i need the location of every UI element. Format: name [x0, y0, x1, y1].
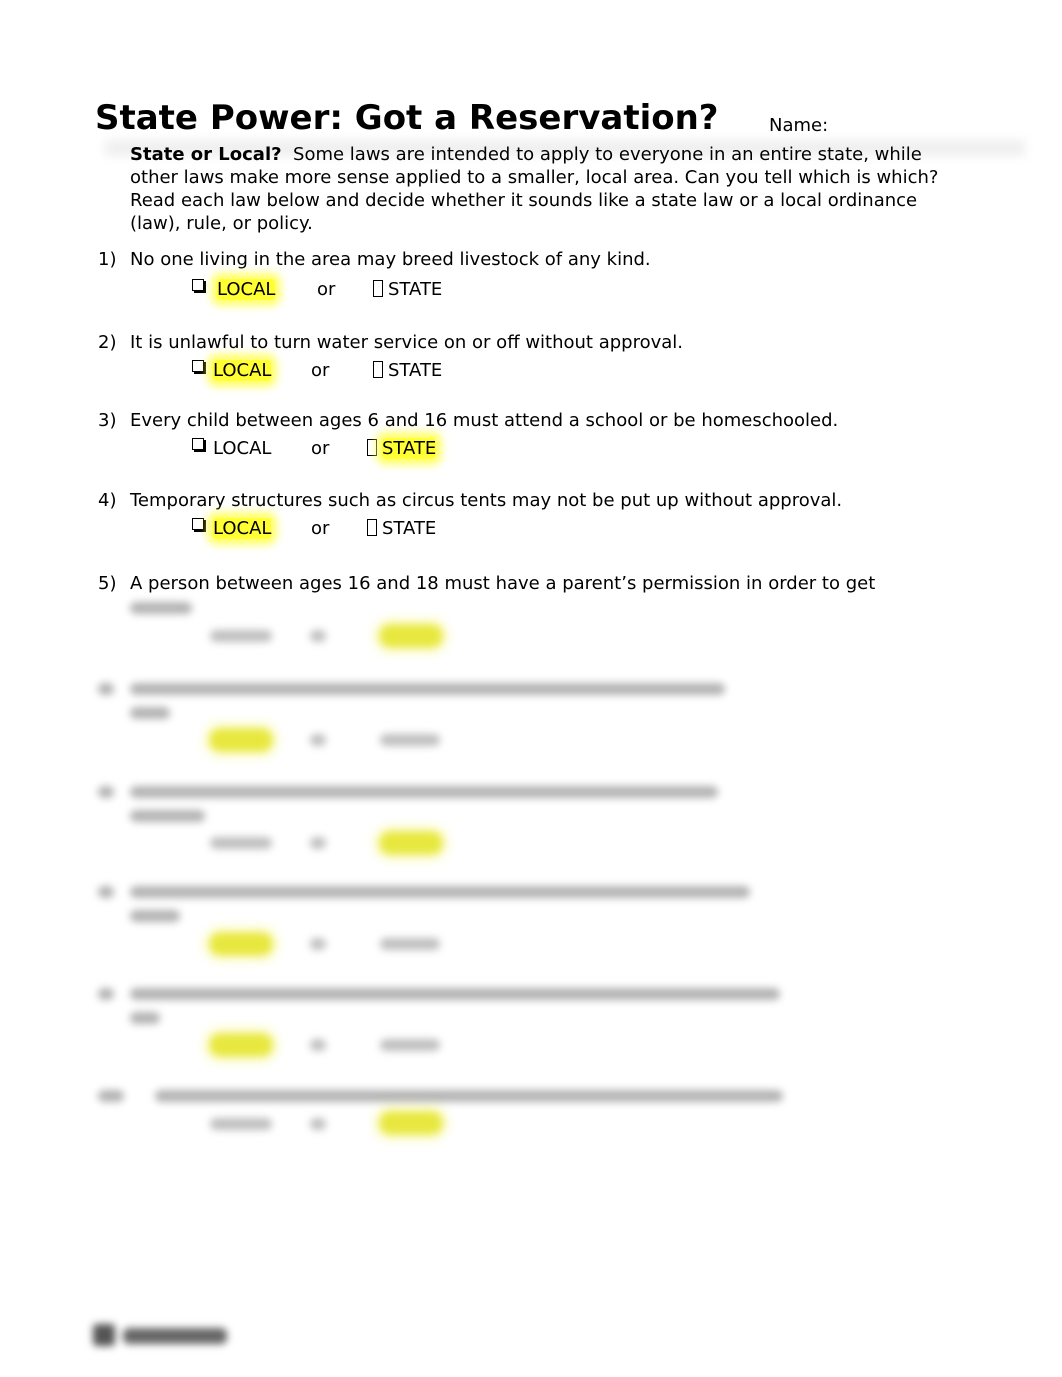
blurred-question-text [130, 683, 725, 695]
option-state[interactable]: STATE [367, 438, 437, 459]
question-text: Temporary structures such as circus tent… [130, 490, 843, 511]
option-state-label: STATE [382, 438, 437, 459]
blurred-option-local [210, 630, 272, 642]
or-label: or [311, 438, 330, 459]
checkbox-icon[interactable] [192, 438, 204, 450]
blurred-or [310, 938, 326, 950]
or-label: or [317, 279, 336, 300]
blurred-question-number [98, 886, 114, 898]
option-local[interactable]: LOCAL [213, 360, 272, 381]
question-5: 5) A person between ages 16 and 18 must h… [98, 573, 875, 594]
blurred-question-text [130, 988, 780, 1000]
question-1: 1) No one living in the area may breed li… [98, 249, 651, 270]
blurred-question-number [98, 1090, 124, 1102]
blurred-or [310, 734, 326, 746]
blurred-option-local [210, 1118, 272, 1130]
blurred-text [130, 810, 205, 822]
choices-1: LOCAL or STATE [190, 279, 490, 303]
question-number: 4) [98, 490, 117, 511]
intro-heading: State or Local? [130, 144, 282, 165]
blurred-text [130, 1012, 160, 1024]
question-number: 2) [98, 332, 117, 353]
blurred-text [130, 910, 180, 922]
blurred-option-state-highlighted [380, 625, 442, 647]
question-4: 4) Temporary structures such as circus te… [98, 490, 842, 511]
blurred-text [130, 707, 170, 719]
blurred-option-local-highlighted [210, 933, 272, 955]
question-3: 3) Every child between ages 6 and 16 must… [98, 410, 838, 431]
blurred-option-state-highlighted [380, 832, 442, 854]
option-local[interactable]: LOCAL [213, 518, 272, 539]
option-state-label: STATE [382, 518, 437, 539]
choices-3: LOCAL or STATE [190, 438, 490, 462]
blurred-option-state-highlighted [380, 1112, 442, 1134]
checkbox-glyph-icon [367, 519, 377, 536]
blurred-or [310, 1118, 326, 1130]
blurred-question-text [130, 786, 718, 798]
question-text: It is unlawful to turn water service on … [130, 332, 684, 353]
option-state[interactable]: STATE [373, 360, 442, 381]
blurred-question-number [98, 786, 114, 798]
question-number: 3) [98, 410, 117, 431]
intro-paragraph: State or Local? Some laws are intended t… [130, 143, 970, 235]
blurred-or [310, 837, 326, 849]
question-number: 5) [98, 573, 117, 594]
publisher-logo [93, 1320, 228, 1350]
blurred-question-text [155, 1090, 783, 1102]
question-text: A person between ages 16 and 18 must hav… [130, 573, 876, 594]
question-number: 1) [98, 249, 117, 270]
option-state-label: STATE [388, 360, 443, 381]
logo-wordmark [123, 1328, 227, 1344]
option-local[interactable]: LOCAL [213, 438, 271, 459]
blurred-option-state [380, 1039, 440, 1051]
blurred-option-state [380, 734, 440, 746]
blurred-text [130, 602, 192, 614]
or-label: or [311, 360, 330, 381]
blurred-option-state [380, 938, 440, 950]
blurred-option-local-highlighted [210, 729, 272, 751]
option-state-label: STATE [388, 279, 443, 300]
blurred-question-number [98, 683, 114, 695]
blurred-question-text [130, 886, 750, 898]
blurred-or [310, 630, 326, 642]
option-state[interactable]: STATE [373, 279, 442, 300]
checkbox-icon[interactable] [192, 360, 204, 372]
name-label: Name: [769, 115, 829, 136]
blurred-or [310, 1039, 326, 1051]
checkbox-glyph-icon [373, 280, 383, 297]
blurred-option-local-highlighted [210, 1034, 272, 1056]
blurred-question-number [98, 988, 114, 1000]
checkbox-icon[interactable] [192, 279, 204, 291]
question-text: Every child between ages 6 and 16 must a… [130, 410, 839, 431]
checkbox-icon[interactable] [192, 518, 204, 530]
question-text: No one living in the area may breed live… [130, 249, 651, 270]
checkbox-glyph-icon [367, 439, 377, 456]
blurred-option-local [210, 837, 272, 849]
checkbox-glyph-icon [373, 361, 383, 378]
option-local[interactable]: LOCAL [217, 279, 276, 300]
choices-4: LOCAL or STATE [190, 518, 490, 542]
choices-2: LOCAL or STATE [190, 360, 490, 384]
option-state[interactable]: STATE [367, 518, 436, 539]
or-label: or [311, 518, 330, 539]
worksheet-title: State Power: Got a Reservation? [95, 98, 719, 138]
logo-mark-icon [93, 1324, 115, 1346]
question-2: 2) It is unlawful to turn water service o… [98, 332, 683, 353]
